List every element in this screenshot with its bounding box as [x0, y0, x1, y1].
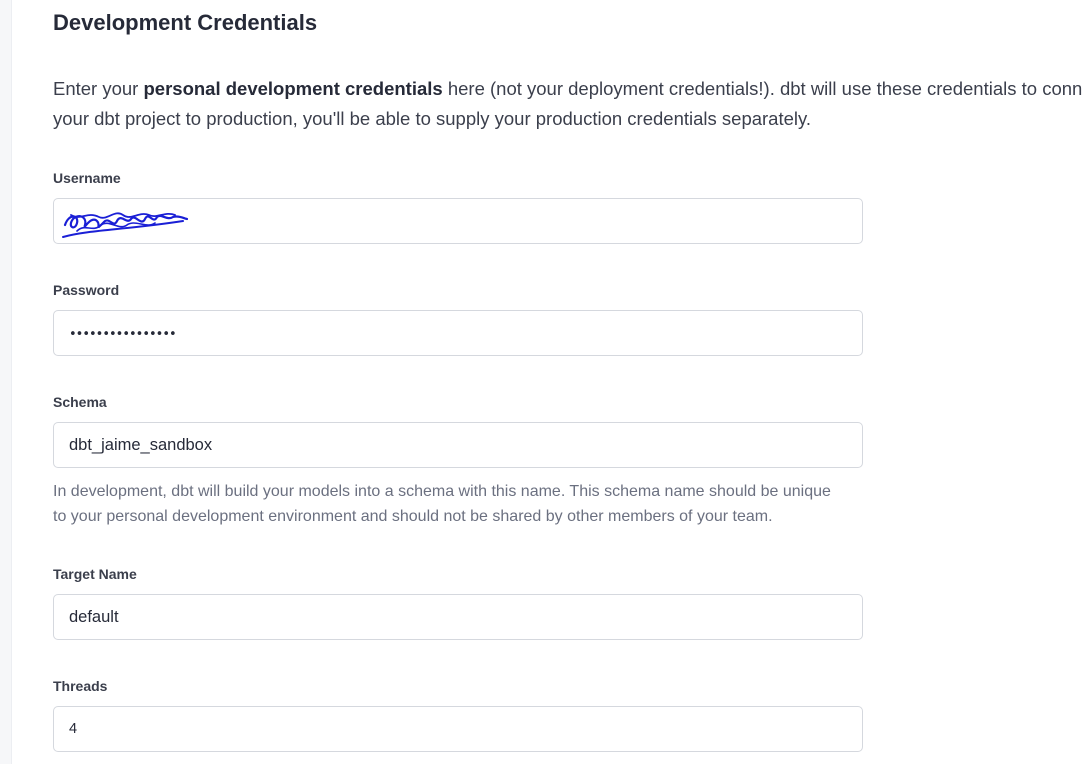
- password-value: ••••••••••••••••: [69, 327, 177, 342]
- threads-field[interactable]: [53, 706, 863, 752]
- intro-text: Enter your personal development credenti…: [53, 74, 1092, 134]
- target-name-field[interactable]: [53, 594, 863, 640]
- username-label: Username: [53, 170, 121, 186]
- intro-prefix: Enter your: [53, 78, 144, 99]
- intro-suffix: here (not your deployment credentials!).…: [442, 78, 1083, 99]
- target-name-label: Target Name: [53, 566, 137, 582]
- intro-line-2: your dbt project to production, you'll b…: [53, 108, 812, 129]
- username-field[interactable]: [53, 198, 863, 244]
- password-label: Password: [53, 282, 120, 298]
- schema-help-line-2: to your personal development environment…: [53, 508, 773, 525]
- schema-help-line-1: In development, dbt will build your mode…: [53, 483, 831, 500]
- password-field[interactable]: ••••••••••••••••: [53, 310, 863, 356]
- threads-label: Threads: [53, 678, 108, 694]
- schema-label: Schema: [53, 394, 107, 410]
- page-title: Development Credentials: [53, 10, 318, 35]
- schema-field[interactable]: [53, 422, 863, 468]
- redaction-scribble: [62, 212, 189, 238]
- intro-bold: personal development credentials: [143, 78, 443, 99]
- left-rail: [0, 0, 12, 764]
- schema-help-text: In development, dbt will build your mode…: [53, 479, 873, 529]
